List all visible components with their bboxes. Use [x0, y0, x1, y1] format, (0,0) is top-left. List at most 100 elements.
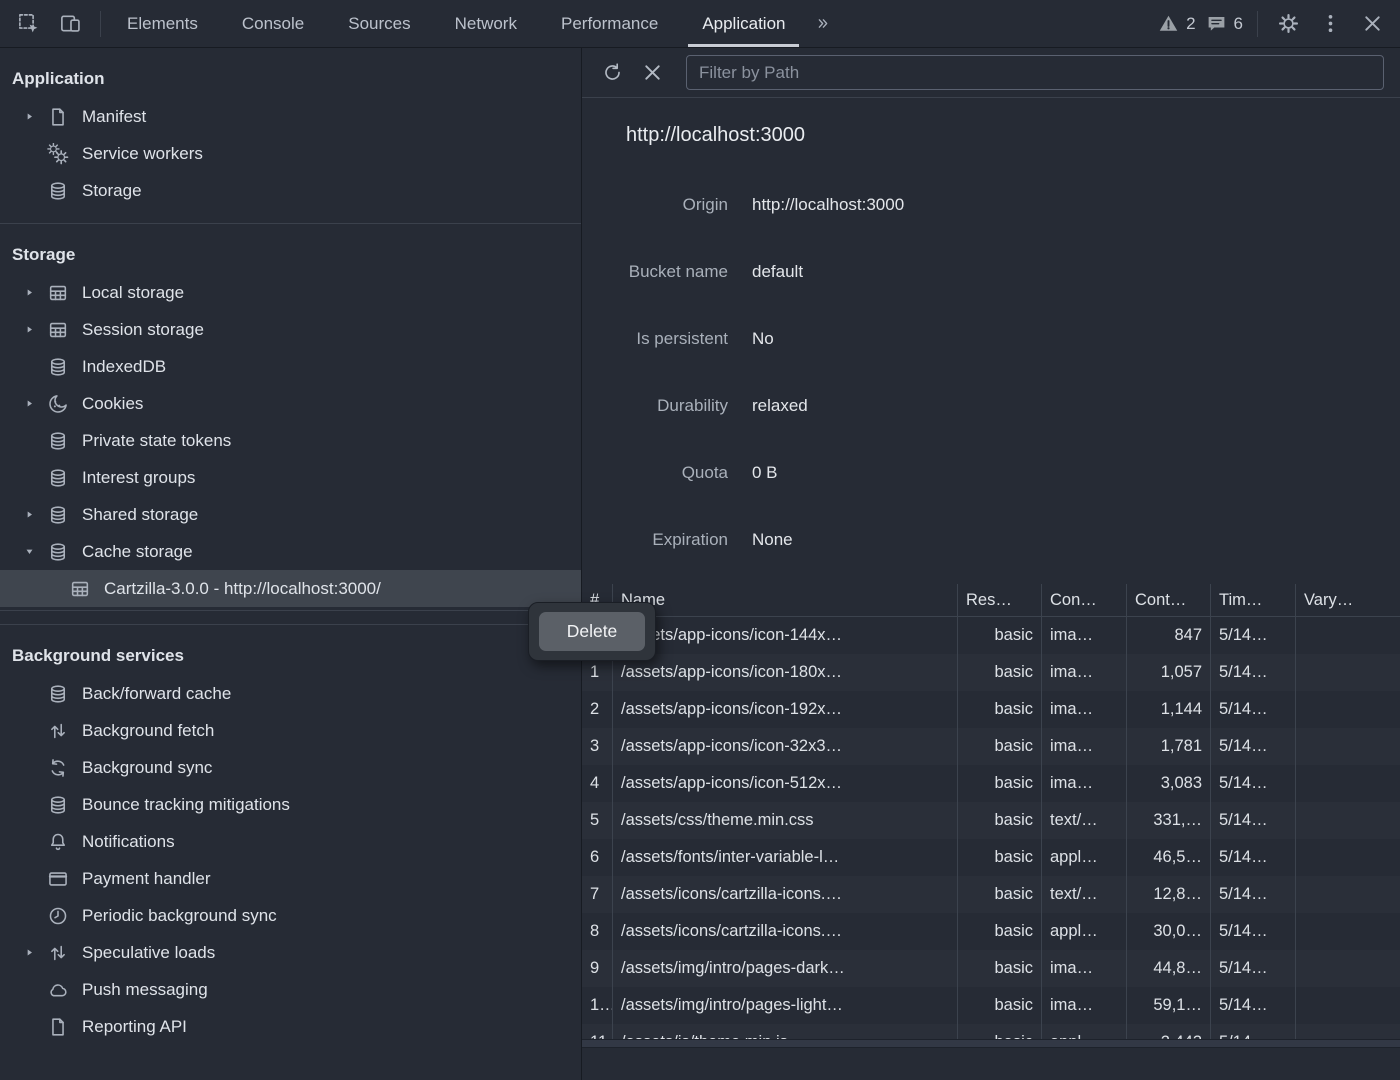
tab-network[interactable]: Network: [433, 0, 539, 47]
clear-icon[interactable]: [636, 57, 668, 89]
section-gap: [0, 611, 581, 624]
cell-name: /assets/img/intro/pages-light…: [613, 987, 958, 1024]
database-icon: [46, 683, 70, 705]
device-toolbar-icon[interactable]: [54, 8, 86, 40]
table-row[interactable]: 4 /assets/app-icons/icon-512x… basic ima…: [582, 765, 1400, 802]
table-row[interactable]: 1… /assets/img/intro/pages-light… basic …: [582, 987, 1400, 1024]
cell-content-type: ima…: [1042, 987, 1127, 1024]
sidebar-item-label: Background sync: [82, 758, 212, 778]
issues-badge[interactable]: 6: [1206, 13, 1243, 34]
cell-time-cached: 5/14…: [1211, 728, 1296, 765]
column-header-content-length[interactable]: Cont…: [1127, 584, 1211, 616]
column-header-content-type[interactable]: Con…: [1042, 584, 1127, 616]
cell-content-length: 12,8…: [1127, 876, 1211, 913]
column-header-vary[interactable]: Vary…: [1296, 584, 1400, 616]
sidebar-item-indexeddb[interactable]: IndexedDB: [0, 348, 581, 385]
sidebar-item-manifest[interactable]: Manifest: [0, 98, 581, 135]
close-devtools-icon[interactable]: [1356, 8, 1388, 40]
expander-collapsed-icon[interactable]: [24, 111, 46, 122]
kebab-menu-icon[interactable]: [1314, 8, 1346, 40]
sidebar-item-private-state-tokens[interactable]: Private state tokens: [0, 422, 581, 459]
tab-application[interactable]: Application: [680, 0, 807, 47]
cell-vary: [1296, 617, 1400, 654]
sidebar-item-reporting-api[interactable]: Reporting API: [0, 1008, 581, 1045]
sidebar-item-local-storage[interactable]: Local storage: [0, 274, 581, 311]
sidebar-item-label: Manifest: [82, 107, 146, 127]
cell-name: /assets/app-icons/icon-144x…: [613, 617, 958, 654]
table-row-clipped[interactable]: 11 /assets/js/theme.min.js basic appl… 2…: [582, 1024, 1400, 1039]
sidebar-item-cookies[interactable]: Cookies: [0, 385, 581, 422]
sidebar-item-label: Cookies: [82, 394, 143, 414]
sidebar-item-label: Notifications: [82, 832, 175, 852]
sidebar-item-push-messaging[interactable]: Push messaging: [0, 971, 581, 1008]
table-row[interactable]: 3 /assets/app-icons/icon-32x3… basic ima…: [582, 728, 1400, 765]
delete-menu-item[interactable]: Delete: [539, 612, 645, 651]
sidebar-item-background-fetch[interactable]: Background fetch: [0, 712, 581, 749]
up-down-arrows-icon: [46, 942, 70, 964]
cache-storage-panel: http://localhost:3000 Origin http://loca…: [582, 48, 1400, 1080]
expander-collapsed-icon[interactable]: [24, 509, 46, 520]
tab-performance[interactable]: Performance: [539, 0, 680, 47]
settings-gear-icon[interactable]: [1272, 8, 1304, 40]
expander-collapsed-icon[interactable]: [24, 287, 46, 298]
sidebar-item-speculative-loads[interactable]: Speculative loads: [0, 934, 581, 971]
cell-name: /assets/css/theme.min.css: [613, 802, 958, 839]
sidebar-item-background-sync[interactable]: Background sync: [0, 749, 581, 786]
table-row[interactable]: 2 /assets/app-icons/icon-192x… basic ima…: [582, 691, 1400, 728]
sidebar-item-storage[interactable]: Storage: [0, 172, 581, 209]
sidebar-item-service-workers[interactable]: Service workers: [0, 135, 581, 172]
sidebar-item-bounce-tracking-mitigations[interactable]: Bounce tracking mitigations: [0, 786, 581, 823]
refresh-icon[interactable]: [596, 57, 628, 89]
cell-response-type: basic: [958, 691, 1042, 728]
warnings-badge[interactable]: 2: [1158, 13, 1195, 34]
cloud-icon: [46, 979, 70, 1001]
tab-console[interactable]: Console: [220, 0, 326, 47]
table-row[interactable]: 8 /assets/icons/cartzilla-icons.… basic …: [582, 913, 1400, 950]
cell-vary: [1296, 654, 1400, 691]
sidebar-item-periodic-background-sync[interactable]: Periodic background sync: [0, 897, 581, 934]
more-tabs-icon[interactable]: [807, 8, 839, 40]
table-header-row: # Name Res… Con… Cont… Tim… Vary…: [582, 584, 1400, 617]
table-row[interactable]: 5 /assets/css/theme.min.css basic text/……: [582, 802, 1400, 839]
expander-collapsed-icon[interactable]: [24, 324, 46, 335]
sidebar-item-interest-groups[interactable]: Interest groups: [0, 459, 581, 496]
table-row[interactable]: 7 /assets/icons/cartzilla-icons.… basic …: [582, 876, 1400, 913]
cell-name: /assets/icons/cartzilla-icons.…: [613, 913, 958, 950]
clock-icon: [46, 905, 70, 927]
tab-elements[interactable]: Elements: [105, 0, 220, 47]
sidebar-item-payment-handler[interactable]: Payment handler: [0, 860, 581, 897]
context-menu: Delete: [528, 602, 656, 661]
sidebar-item-cartzilla-cache[interactable]: Cartzilla-3.0.0 - http://localhost:3000/: [0, 570, 581, 607]
cell-time-cached: 5/14…: [1211, 987, 1296, 1024]
tab-sources[interactable]: Sources: [326, 0, 432, 47]
inspect-element-icon[interactable]: [12, 8, 44, 40]
field-label: Expiration: [588, 530, 728, 550]
database-icon: [46, 356, 70, 378]
expander-collapsed-icon[interactable]: [24, 398, 46, 409]
database-icon: [46, 794, 70, 816]
filter-by-path-input[interactable]: [686, 55, 1384, 90]
column-header-time-cached[interactable]: Tim…: [1211, 584, 1296, 616]
section-header-application: Application: [0, 48, 581, 98]
sidebar-item-shared-storage[interactable]: Shared storage: [0, 496, 581, 533]
sidebar-item-notifications[interactable]: Notifications: [0, 823, 581, 860]
cell-vary: [1296, 802, 1400, 839]
sidebar-item-cache-storage[interactable]: Cache storage: [0, 533, 581, 570]
metadata-row-quota: Quota 0 B: [588, 439, 1400, 506]
table-row[interactable]: 9 /assets/img/intro/pages-dark… basic im…: [582, 950, 1400, 987]
table-row[interactable]: 0 /assets/app-icons/icon-144x… basic ima…: [582, 617, 1400, 654]
column-header-name[interactable]: Name: [613, 584, 958, 616]
sidebar-item-back-forward-cache[interactable]: Back/forward cache: [0, 675, 581, 712]
column-header-response-type[interactable]: Res…: [958, 584, 1042, 616]
cell-content-type: appl…: [1042, 839, 1127, 876]
expander-collapsed-icon[interactable]: [24, 947, 46, 958]
cell-content-type: ima…: [1042, 765, 1127, 802]
grid-preview-splitter[interactable]: [582, 1039, 1400, 1048]
database-icon: [46, 180, 70, 202]
expander-expanded-icon[interactable]: [24, 546, 46, 557]
database-icon: [46, 504, 70, 526]
sidebar-item-session-storage[interactable]: Session storage: [0, 311, 581, 348]
table-row[interactable]: 6 /assets/fonts/inter-variable-l… basic …: [582, 839, 1400, 876]
origin-title: http://localhost:3000: [626, 124, 1400, 147]
table-row[interactable]: 1 /assets/app-icons/icon-180x… basic ima…: [582, 654, 1400, 691]
